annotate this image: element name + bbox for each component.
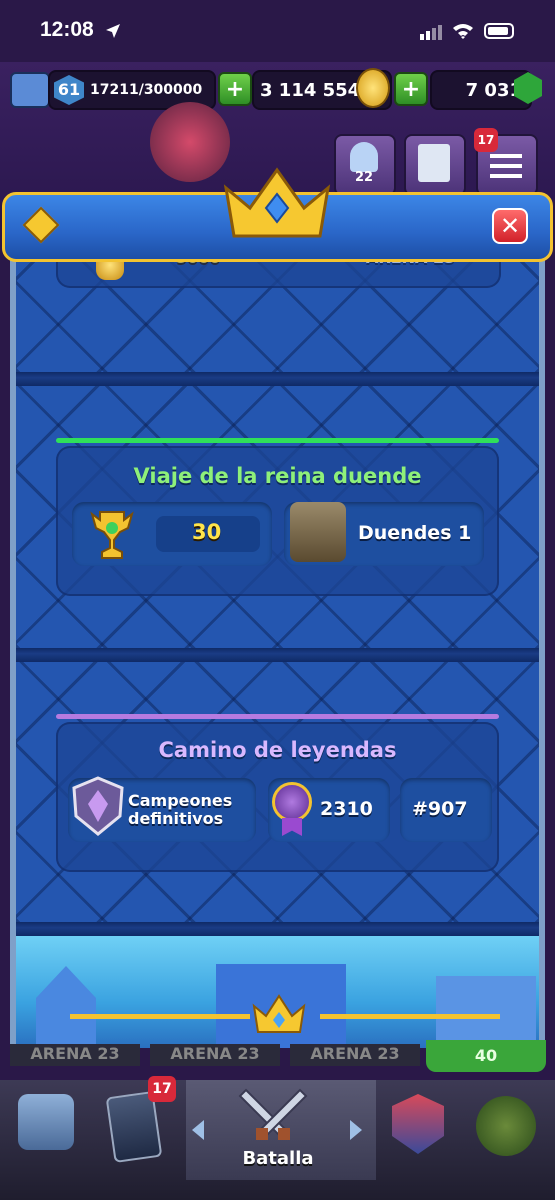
- section-divider: [16, 922, 539, 936]
- wifi-icon: [453, 24, 473, 39]
- champion-league-icon: [72, 776, 124, 836]
- section-goblin-queen: Viaje de la reina duende 30 Duendes 1: [16, 386, 539, 648]
- purple-accent-line: [56, 714, 499, 719]
- bg-arena-label: ARENA 23: [150, 1044, 280, 1066]
- section-divider: [16, 372, 539, 386]
- rating-medal-icon: [272, 782, 312, 822]
- header-crown-icon: [223, 167, 331, 238]
- bg-green-button: 40: [426, 1040, 546, 1072]
- gems-amount: 7 031: [465, 79, 522, 101]
- cellular-signal-icon: [420, 25, 442, 40]
- add-gold-button[interactable]: +: [218, 72, 252, 106]
- modal-panel: 5000 ARENA 23 Viaje de la reina duende 3…: [10, 248, 545, 1048]
- news-button[interactable]: [404, 134, 466, 196]
- news-icon: [418, 144, 450, 182]
- goblin-trophy-icon: [90, 511, 134, 559]
- level-badge: 61: [54, 75, 84, 105]
- crown-icon: [252, 994, 306, 1033]
- events-laurel-icon: [476, 1096, 536, 1156]
- close-button[interactable]: ✕: [492, 208, 528, 244]
- arena-banner: [16, 936, 539, 1048]
- goblin-path-title: Viaje de la reina duende: [133, 464, 422, 488]
- add-gems-button[interactable]: +: [394, 72, 428, 106]
- goblin-trophies: 30: [192, 520, 222, 544]
- green-accent-line: [56, 438, 499, 443]
- castle-left: [36, 966, 96, 1046]
- battery-icon: [484, 23, 514, 39]
- friends-button[interactable]: 22: [334, 134, 396, 196]
- league-name: Campeones definitivos: [128, 791, 233, 828]
- friends-count: 22: [354, 170, 374, 185]
- profile-crown-icon[interactable]: [10, 72, 50, 108]
- exp-text: 17211/300000: [90, 82, 203, 98]
- section-divider: [16, 648, 539, 662]
- bg-arena-label: ARENA 23: [290, 1044, 420, 1066]
- location-arrow-icon: [106, 24, 120, 38]
- clan-shield-icon: [392, 1094, 444, 1154]
- section-path-of-legends: Camino de leyendas Campeones definitivos…: [16, 662, 539, 922]
- tab-clan[interactable]: [372, 1080, 464, 1176]
- tab-cards[interactable]: 17: [96, 1076, 188, 1176]
- event-character-icon: [150, 102, 230, 182]
- tab-events[interactable]: [464, 1080, 555, 1176]
- gold-coin-icon: [356, 68, 390, 108]
- goblin-arena: Duendes 1: [358, 522, 472, 544]
- battle-label: Batalla: [242, 1148, 314, 1169]
- castle-right: [436, 976, 536, 1046]
- gold-amount: 3 114 554: [260, 79, 361, 101]
- legends-rating: 2310: [320, 798, 373, 820]
- chevron-right-icon[interactable]: [350, 1120, 362, 1140]
- crossed-swords-icon: [238, 1088, 308, 1140]
- friends-icon: [350, 142, 378, 172]
- chevron-left-icon[interactable]: [192, 1120, 204, 1140]
- status-time: 12:08: [40, 18, 94, 41]
- legends-rank: #907: [412, 798, 468, 820]
- gold-line-left: [70, 1014, 250, 1019]
- cards-badge: 17: [148, 1076, 176, 1102]
- status-bar: 12:08: [0, 0, 555, 62]
- gold-line-right: [320, 1014, 500, 1019]
- tab-battle[interactable]: Batalla: [186, 1080, 376, 1180]
- legends-path-title: Camino de leyendas: [158, 738, 397, 762]
- menu-badge: 17: [474, 128, 498, 152]
- goblin-arena-icon: [290, 502, 346, 562]
- tab-shop[interactable]: [0, 1080, 92, 1176]
- bg-arena-label: ARENA 23: [10, 1044, 140, 1066]
- hamburger-icon: [490, 154, 522, 158]
- shop-chest-icon: [18, 1094, 74, 1150]
- section-previous: 5000 ARENA 23: [16, 248, 539, 372]
